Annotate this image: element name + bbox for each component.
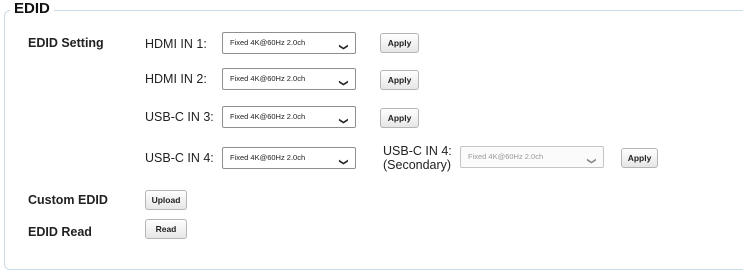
custom-edid-label: Custom EDID (28, 193, 108, 207)
apply-button-usb-c-in-4[interactable]: Apply (621, 148, 658, 168)
chevron-down-icon: ❯ (339, 117, 350, 125)
edid-select-value: Fixed 4K@60Hz 2.0ch (230, 153, 306, 162)
edid-read-label: EDID Read (28, 225, 92, 239)
chevron-down-icon: ❯ (339, 158, 350, 166)
edid-select-usb-c-in-4-secondary[interactable]: Fixed 4K@60Hz 2.0ch ❯ (460, 146, 604, 168)
edid-select-value: Fixed 4K@60Hz 2.0ch (230, 112, 306, 121)
port-label-hdmi-in-2: HDMI IN 2: (145, 72, 207, 86)
edid-select-value: Fixed 4K@60Hz 2.0ch (230, 74, 306, 83)
edid-select-value: Fixed 4K@60Hz 2.0ch (230, 38, 306, 47)
port-label-line2: (Secondary) (383, 158, 452, 172)
port-label-usb-c-in-4: USB-C IN 4: (145, 151, 214, 165)
chevron-down-icon: ❯ (587, 157, 598, 165)
port-label-usb-c-in-4-secondary: USB-C IN 4: (Secondary) (383, 144, 452, 172)
edid-select-value: Fixed 4K@60Hz 2.0ch (468, 152, 544, 161)
apply-button-usb-c-in-3[interactable]: Apply (380, 108, 419, 128)
chevron-down-icon: ❯ (339, 43, 350, 51)
read-button[interactable]: Read (145, 219, 187, 239)
chevron-down-icon: ❯ (339, 79, 350, 87)
edid-fieldset (4, 10, 743, 270)
edid-select-hdmi-in-2[interactable]: Fixed 4K@60Hz 2.0ch ❯ (222, 68, 356, 90)
port-label-hdmi-in-1: HDMI IN 1: (145, 37, 207, 51)
edid-select-usb-c-in-4[interactable]: Fixed 4K@60Hz 2.0ch ❯ (222, 147, 356, 169)
edid-select-hdmi-in-1[interactable]: Fixed 4K@60Hz 2.0ch ❯ (222, 32, 356, 54)
apply-button-hdmi-in-2[interactable]: Apply (380, 70, 419, 90)
edid-select-usb-c-in-3[interactable]: Fixed 4K@60Hz 2.0ch ❯ (222, 106, 356, 128)
apply-button-hdmi-in-1[interactable]: Apply (380, 33, 419, 53)
edid-setting-label: EDID Setting (28, 36, 104, 50)
upload-button[interactable]: Upload (145, 190, 187, 210)
port-label-usb-c-in-3: USB-C IN 3: (145, 110, 214, 124)
port-label-line1: USB-C IN 4: (383, 144, 452, 158)
section-title: EDID (10, 0, 54, 17)
